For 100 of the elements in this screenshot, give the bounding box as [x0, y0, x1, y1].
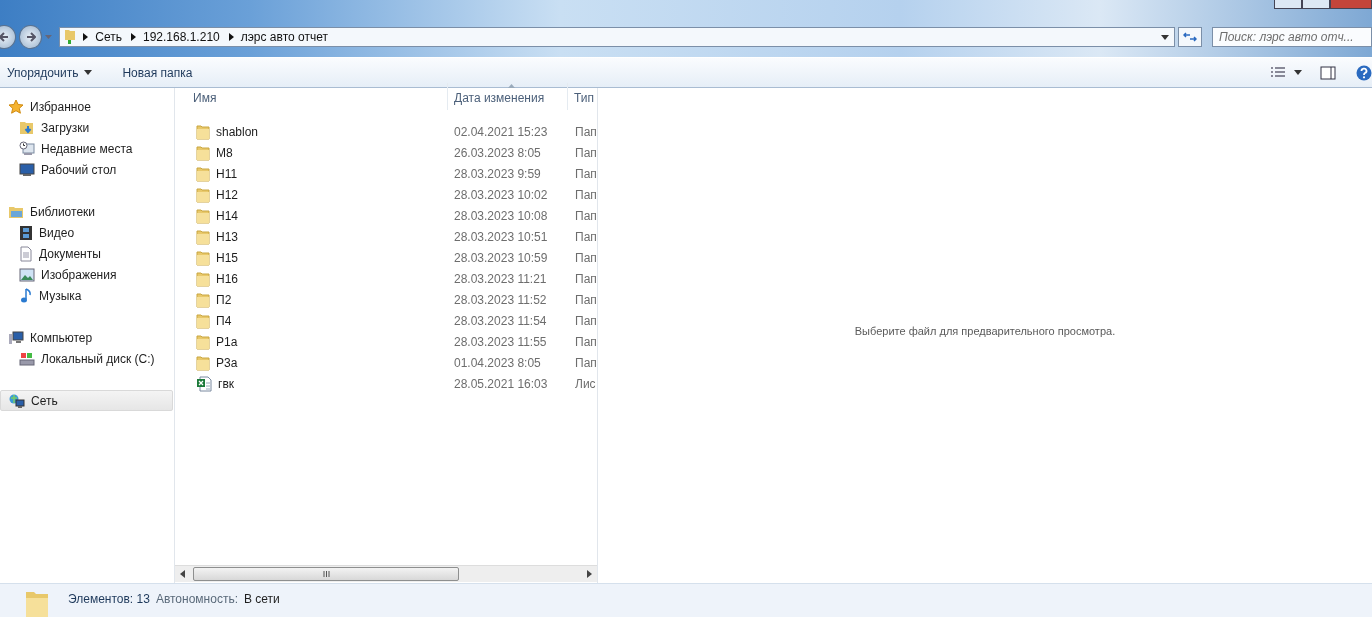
- sidebar-item[interactable]: Избранное: [0, 96, 174, 117]
- scrollbar-thumb[interactable]: [193, 567, 459, 581]
- file-name[interactable]: П4: [175, 312, 448, 329]
- sidebar-item[interactable]: Загрузки: [0, 117, 174, 138]
- modified-date: 28.05.2021 16:03: [453, 376, 549, 391]
- status-label: Автономность:: [155, 592, 238, 606]
- folder-icon: [196, 291, 210, 308]
- toolbar-button[interactable]: Новая папка: [122, 65, 193, 80]
- file-name[interactable]: H16: [175, 270, 448, 287]
- status-value: В сети: [244, 592, 280, 606]
- chevron-icon[interactable]: [131, 33, 136, 41]
- file-type: Пап: [574, 166, 597, 181]
- modified-date: 28.03.2023 11:54: [453, 313, 548, 328]
- modified-date: 02.04.2021 15:23: [453, 124, 549, 139]
- file-type: Пап: [574, 187, 597, 202]
- modified-date: 28.03.2023 10:59: [453, 250, 549, 265]
- forward-button[interactable]: [18, 25, 43, 49]
- folder-icon: [196, 312, 210, 329]
- file-type: Пап: [574, 334, 597, 349]
- folder-icon: [196, 165, 210, 182]
- maximize-button[interactable]: [1302, 0, 1330, 9]
- item-count: Элементов: 13: [68, 592, 150, 606]
- computer-icon: [8, 329, 24, 346]
- file-type: Пап: [574, 208, 597, 223]
- sidebar-item[interactable]: Рабочий стол: [0, 159, 174, 180]
- folder-icon: [24, 590, 50, 617]
- view-menu-button[interactable]: [1270, 66, 1302, 79]
- column-header[interactable]: Имя: [175, 83, 448, 110]
- file-name[interactable]: H12: [175, 186, 448, 203]
- file-name[interactable]: гвк: [175, 375, 448, 392]
- sidebar-item[interactable]: Изображения: [0, 264, 174, 285]
- sidebar-item[interactable]: Библиотеки: [0, 201, 174, 222]
- file-type: Пап: [574, 271, 597, 286]
- scroll-right-icon[interactable]: [587, 570, 592, 578]
- column-header[interactable]: Дата изменения: [448, 83, 568, 110]
- search-field[interactable]: Поиск: лэрс авто отч...: [1212, 27, 1372, 47]
- preview-message: Выберите файл для предварительного просмотра.: [854, 324, 1116, 337]
- folder-icon: [196, 333, 210, 350]
- folder-icon: [196, 144, 210, 161]
- sidebar-item[interactable]: Музыка: [0, 285, 174, 306]
- document-icon: [19, 245, 33, 262]
- chevron-icon[interactable]: [83, 33, 89, 41]
- modified-date: 28.03.2023 10:51: [453, 229, 549, 244]
- file-type: Пап: [574, 292, 597, 307]
- file-type: Пап: [574, 313, 597, 328]
- caret-icon: [84, 70, 93, 75]
- file-type: Пап: [574, 355, 597, 370]
- disk-drive-icon: [19, 350, 35, 367]
- desktop-icon: [19, 162, 35, 177]
- horizontal-scrollbar[interactable]: [175, 565, 597, 582]
- sidebar-item[interactable]: Локальный диск (C:): [0, 348, 174, 369]
- music-note-icon: [19, 287, 33, 304]
- modified-date: 28.03.2023 11:21: [453, 271, 548, 286]
- file-name[interactable]: M8: [175, 144, 448, 161]
- breadcrumb[interactable]: 192.168.1.210: [143, 30, 220, 44]
- file-name[interactable]: П2: [175, 291, 448, 308]
- details-view-icon: [1270, 66, 1286, 79]
- modified-date: 28.03.2023 10:02: [453, 187, 549, 202]
- recent-places-icon: [19, 140, 35, 157]
- arrow-left-icon: [0, 32, 9, 42]
- scroll-left-icon[interactable]: [180, 570, 185, 578]
- picture-icon: [19, 267, 35, 282]
- chevron-icon[interactable]: [228, 33, 234, 41]
- address-bar[interactable]: Сеть 192.168.1.210 лэрс авто отчет: [59, 27, 1176, 47]
- column-header[interactable]: Тип: [568, 83, 597, 110]
- modified-date: 26.03.2023 8:05: [453, 145, 542, 160]
- minimize-button[interactable]: [1274, 0, 1302, 9]
- preview-pane-icon[interactable]: [1320, 65, 1336, 80]
- modified-date: 28.03.2023 11:55: [453, 334, 548, 349]
- help-icon[interactable]: [1356, 64, 1372, 81]
- modified-date: 28.03.2023 10:08: [453, 208, 549, 223]
- star-icon: [8, 98, 24, 115]
- file-name[interactable]: H14: [175, 207, 448, 224]
- sort-arrow-icon: [507, 84, 515, 88]
- modified-date: 01.04.2023 8:05: [453, 355, 542, 370]
- network-folder-icon: [64, 29, 77, 45]
- sidebar-item[interactable]: Видео: [0, 222, 174, 243]
- breadcrumb[interactable]: лэрс авто отчет: [240, 30, 328, 44]
- file-name[interactable]: H11: [175, 165, 448, 182]
- refresh-button[interactable]: [1178, 27, 1202, 47]
- toolbar-button[interactable]: Упорядочить: [7, 65, 93, 80]
- breadcrumb[interactable]: Сеть: [95, 30, 122, 44]
- file-name[interactable]: shablon: [175, 123, 448, 140]
- spreadsheet-icon: [196, 375, 212, 392]
- modified-date: 28.03.2023 11:52: [453, 292, 548, 307]
- sidebar-item[interactable]: Компьютер: [0, 327, 174, 348]
- folder-icon: [196, 186, 210, 203]
- sidebar-item[interactable]: Сеть: [0, 390, 173, 411]
- network-icon: [9, 392, 25, 409]
- caret-icon: [1294, 70, 1302, 75]
- file-name[interactable]: P1a: [175, 333, 448, 350]
- folder-icon: [196, 207, 210, 224]
- file-name[interactable]: P3a: [175, 354, 448, 371]
- sidebar-item[interactable]: Документы: [0, 243, 174, 264]
- folder-icon: [196, 123, 210, 140]
- file-type: Лис: [574, 376, 597, 391]
- sidebar-item[interactable]: Недавние места: [0, 138, 174, 159]
- modified-date: 28.03.2023 9:59: [453, 166, 542, 181]
- file-name[interactable]: H15: [175, 249, 448, 266]
- file-name[interactable]: H13: [175, 228, 448, 245]
